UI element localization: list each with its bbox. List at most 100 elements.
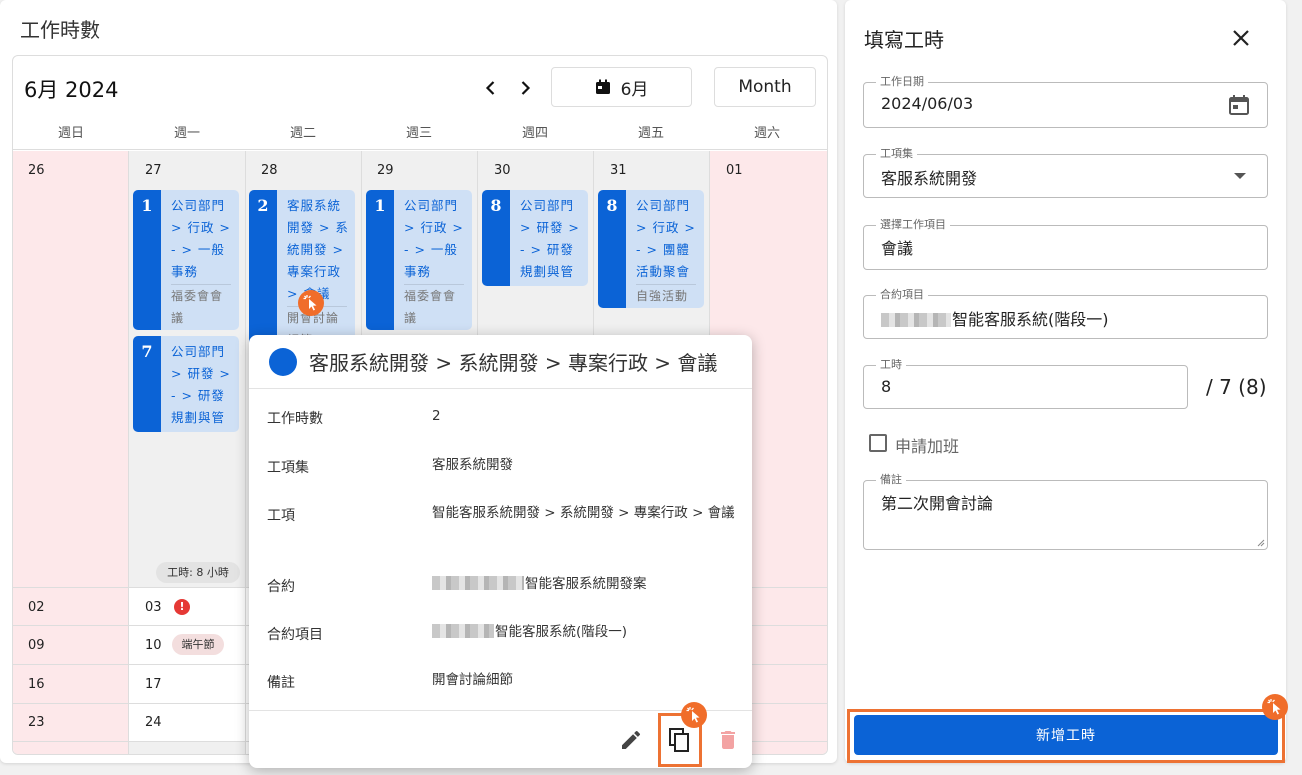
copy-button[interactable]: [667, 727, 691, 752]
redacted-text: [881, 313, 951, 327]
calendar-event[interactable]: 1 公司部門 > 行政 > - > 一般事務 福委會會議: [133, 190, 239, 330]
field-value: 會議: [881, 239, 914, 258]
event-color-dot: [269, 348, 297, 376]
day-number: 02: [28, 600, 45, 615]
holiday-badge: 端午節: [172, 634, 224, 655]
field-label: 工項集: [876, 147, 917, 161]
detail-value: 2: [432, 408, 441, 424]
day-number: 16: [28, 677, 45, 692]
click-cursor-icon: [1262, 694, 1288, 720]
daily-hours-badge: 工時: 8 小時: [156, 562, 240, 583]
next-month-button[interactable]: [513, 76, 537, 100]
event-hours: 7: [133, 336, 161, 432]
copy-icon: [669, 728, 689, 752]
redacted-text: [432, 624, 494, 638]
dropdown-arrow-icon: [1234, 173, 1246, 179]
field-label: 工時: [876, 358, 906, 372]
event-title: 客服系統開發 > 系統開發 > 專案行政 > 會議: [287, 198, 349, 301]
detail-value: 智能客服系統(階段一): [432, 621, 737, 643]
detail-label: 備註: [267, 675, 295, 691]
weekday-label: 週一: [173, 126, 200, 141]
day-number: 10: [145, 638, 162, 653]
day-number: 27: [145, 163, 162, 178]
prev-month-button[interactable]: [479, 76, 503, 100]
day-number: 26: [28, 163, 45, 178]
day-number: 29: [377, 163, 394, 178]
field-value: 客服系統開發: [881, 169, 978, 188]
work-date-field[interactable]: 工作日期 2024/06/03: [863, 75, 1268, 128]
event-hours: 8: [482, 190, 510, 286]
calendar-icon: [595, 79, 610, 94]
day-number: 01: [726, 163, 743, 178]
field-label: 合約項目: [876, 288, 928, 302]
close-button[interactable]: [1229, 26, 1253, 50]
day-number: 28: [261, 163, 278, 178]
month-picker-label: 6月: [620, 79, 649, 100]
event-note: 福委會會議: [404, 284, 464, 329]
event-title: 公司部門 > 行政 > - > 團體活動聚會: [636, 198, 696, 279]
weekday-label: 週三: [405, 126, 432, 141]
calendar-event[interactable]: 1 公司部門 > 行政 > - > 一般事務 福委會會議: [366, 190, 472, 330]
detail-label: 工項集: [267, 460, 309, 476]
month-picker-button[interactable]: 6月: [551, 67, 692, 107]
chevron-right-icon: [521, 81, 531, 95]
overtime-label: 申請加班: [895, 437, 960, 456]
contract-item-field[interactable]: 合約項目 智能客服系統(階段一): [863, 288, 1268, 339]
calendar-title: 6月 2024: [24, 78, 119, 102]
field-label: 備註: [876, 473, 906, 487]
calendar-event[interactable]: 8 公司部門 > 研發 > - > 研發規劃與管理: [482, 190, 588, 286]
close-icon: [1233, 30, 1249, 46]
weekday-label: 週五: [637, 126, 664, 141]
weekday-label: 週二: [289, 126, 316, 141]
detail-value: 開會討論細節: [432, 672, 513, 688]
edit-button[interactable]: [619, 728, 643, 752]
view-mode-button[interactable]: Month: [714, 67, 816, 107]
calendar-event[interactable]: 7 公司部門 > 研發 > - > 研發規劃與管理: [133, 336, 239, 432]
day-number: 24: [145, 715, 162, 730]
detail-value: 智能客服系統開發 > 系統開發 > 專案行政 > 會議: [432, 505, 735, 521]
trash-icon: [721, 731, 735, 749]
event-title: 公司部門 > 研發 > - > 研發規劃與管理: [520, 198, 580, 279]
pencil-icon: [622, 730, 641, 749]
event-detail-popup: 客服系統開發 > 系統開發 > 專案行政 > 會議 工作時數 2 工項集 客服系…: [249, 335, 752, 768]
event-title: 公司部門 > 行政 > - > 一般事務: [171, 198, 231, 279]
day-number: 09: [28, 638, 45, 653]
day-number: 31: [610, 163, 627, 178]
weekday-label: 週六: [753, 126, 780, 141]
delete-button[interactable]: [716, 728, 740, 752]
work-item-field[interactable]: 選擇工作項目 會議: [863, 218, 1268, 270]
redacted-text: [432, 576, 524, 590]
hours-input[interactable]: 工時 8: [863, 358, 1188, 409]
work-set-select[interactable]: 工項集 客服系統開發: [863, 147, 1268, 198]
calendar-event[interactable]: 8 公司部門 > 行政 > - > 團體活動聚會 自強活動: [598, 190, 704, 308]
day-number: 30: [494, 163, 511, 178]
fill-hours-panel: 填寫工時 工作日期 2024/06/03 工項集 客服系統開發 選擇工作項目 會…: [845, 0, 1288, 763]
overtime-checkbox[interactable]: [869, 434, 887, 452]
detail-label: 合約項目: [267, 627, 323, 643]
form-title: 填寫工時: [864, 28, 944, 52]
event-note: 福委會會議: [171, 284, 231, 329]
resize-handle-icon[interactable]: [1257, 539, 1265, 547]
click-cursor-icon: [681, 702, 707, 728]
detail-label: 工項: [267, 508, 295, 524]
field-value: 第二次開會討論: [881, 494, 994, 513]
day-number: 17: [145, 677, 162, 692]
note-textarea[interactable]: 備註 第二次開會討論: [863, 473, 1268, 550]
calendar-icon[interactable]: [1228, 94, 1250, 116]
event-note: 自強活動: [636, 284, 696, 307]
hours-total: / 7 (8): [1206, 375, 1267, 399]
weekday-label: 週四: [521, 126, 548, 141]
event-title: 公司部門 > 行政 > - > 一般事務: [404, 198, 464, 279]
weekday-label: 週日: [57, 126, 84, 141]
day-number: 23: [28, 715, 45, 730]
detail-label: 合約: [267, 579, 295, 595]
add-hours-button[interactable]: 新增工時: [854, 715, 1278, 755]
chevron-left-icon: [485, 81, 495, 95]
day-number: 03: [145, 600, 162, 615]
weekday-header: 週日 週一 週二 週三 週四 週五 週六: [13, 114, 827, 150]
error-icon: !: [174, 599, 190, 615]
field-label: 選擇工作項目: [876, 218, 950, 232]
event-hours: 1: [366, 190, 394, 330]
detail-value: 智能客服系統開發案: [432, 573, 737, 595]
field-value: 8: [881, 377, 892, 396]
